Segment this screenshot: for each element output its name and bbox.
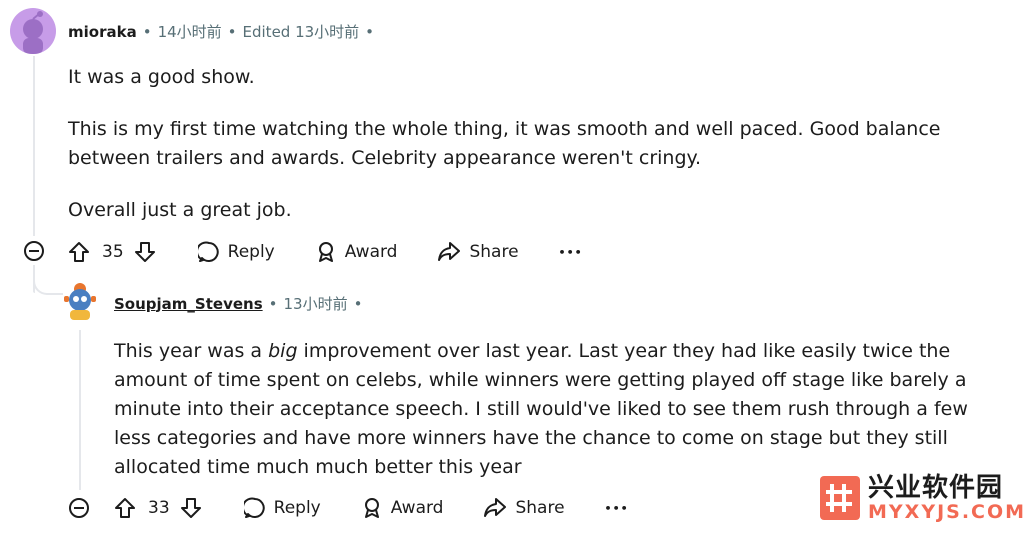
arrow-up-icon bbox=[69, 242, 89, 262]
minus-circle-icon bbox=[29, 250, 39, 252]
collapse-button[interactable] bbox=[69, 498, 89, 518]
vote-count: 35 bbox=[102, 242, 124, 262]
watermark: 兴业软件园 MYXYJS.COM bbox=[820, 474, 1024, 522]
more-options-button[interactable]: ••• bbox=[559, 246, 583, 259]
timestamp[interactable]: 13小时前 bbox=[283, 293, 347, 314]
comment-body: It was a good show. This is my first tim… bbox=[68, 63, 998, 225]
award-icon bbox=[318, 242, 333, 262]
comment-paragraph: Overall just a great job. bbox=[68, 199, 292, 221]
share-label: Share bbox=[469, 242, 519, 262]
collapse-button[interactable] bbox=[24, 241, 44, 261]
separator-dot: • bbox=[142, 22, 152, 41]
upvote-button[interactable] bbox=[68, 241, 90, 263]
award-button[interactable]: Award bbox=[315, 241, 398, 263]
snoo-avatar-icon bbox=[64, 283, 96, 320]
award-label: Award bbox=[344, 242, 398, 262]
comment-meta: mioraka • 14小时前 • Edited 13小时前 • bbox=[68, 21, 380, 42]
separator-dot: • bbox=[365, 22, 375, 41]
author-name[interactable]: mioraka bbox=[68, 23, 137, 41]
reply-label: Reply bbox=[227, 242, 275, 262]
vote-count: 33 bbox=[148, 498, 170, 518]
watermark-title: 兴业软件园 bbox=[868, 473, 1004, 503]
comment-meta: Soupjam_Stevens • 13小时前 • bbox=[114, 293, 368, 314]
speech-bubble-icon bbox=[243, 497, 265, 518]
author-name[interactable]: Soupjam_Stevens bbox=[114, 295, 263, 313]
comment-actions: 35 Reply Award Share ••• bbox=[68, 238, 583, 266]
more-options-button[interactable]: ••• bbox=[605, 502, 629, 515]
arrow-down-icon bbox=[180, 498, 201, 518]
separator-dot: • bbox=[268, 294, 278, 313]
separator-dot: • bbox=[353, 294, 363, 313]
more-options-icon: ••• bbox=[558, 245, 583, 259]
avatar[interactable] bbox=[60, 280, 100, 322]
watermark-url: MYXYJS.COM bbox=[868, 501, 1024, 523]
award-button[interactable]: Award bbox=[361, 497, 444, 519]
share-label: Share bbox=[515, 498, 565, 518]
downvote-button[interactable] bbox=[180, 497, 202, 519]
edited-timestamp: Edited 13小时前 bbox=[242, 23, 360, 41]
share-button[interactable]: Share bbox=[483, 497, 565, 519]
thread-line bbox=[79, 330, 81, 490]
comment-body: This year was a big improvement over las… bbox=[114, 337, 1009, 482]
reply-button[interactable]: Reply bbox=[197, 241, 275, 263]
share-arrow-icon bbox=[438, 242, 461, 261]
arrow-up-icon bbox=[115, 498, 135, 518]
minus-circle-icon bbox=[74, 507, 84, 509]
comment-paragraph: It was a good show. bbox=[68, 66, 255, 88]
award-icon bbox=[364, 498, 379, 518]
thread-connector bbox=[33, 275, 63, 295]
award-label: Award bbox=[390, 498, 444, 518]
share-button[interactable]: Share bbox=[437, 241, 519, 263]
comment-paragraph: This is my first time watching the whole… bbox=[68, 118, 941, 169]
comment-actions: 33 Reply Award Share ••• bbox=[114, 494, 629, 522]
watermark-logo-icon bbox=[820, 476, 860, 520]
more-options-icon: ••• bbox=[604, 501, 629, 515]
upvote-button[interactable] bbox=[114, 497, 136, 519]
comment-paragraph: This year was a big improvement over las… bbox=[114, 337, 1009, 482]
share-arrow-icon bbox=[484, 498, 507, 517]
avatar[interactable] bbox=[10, 8, 56, 54]
timestamp[interactable]: 14小时前 bbox=[158, 21, 222, 42]
emphasis-text: big bbox=[268, 340, 298, 362]
separator-dot: • bbox=[227, 22, 237, 41]
reply-label: Reply bbox=[273, 498, 321, 518]
body-text-segment: This year was a bbox=[114, 340, 269, 362]
speech-bubble-icon bbox=[197, 241, 219, 262]
downvote-button[interactable] bbox=[134, 241, 156, 263]
snoo-avatar-icon bbox=[23, 11, 43, 54]
thread-line bbox=[33, 56, 35, 236]
arrow-down-icon bbox=[134, 242, 155, 262]
reply-button[interactable]: Reply bbox=[243, 497, 321, 519]
